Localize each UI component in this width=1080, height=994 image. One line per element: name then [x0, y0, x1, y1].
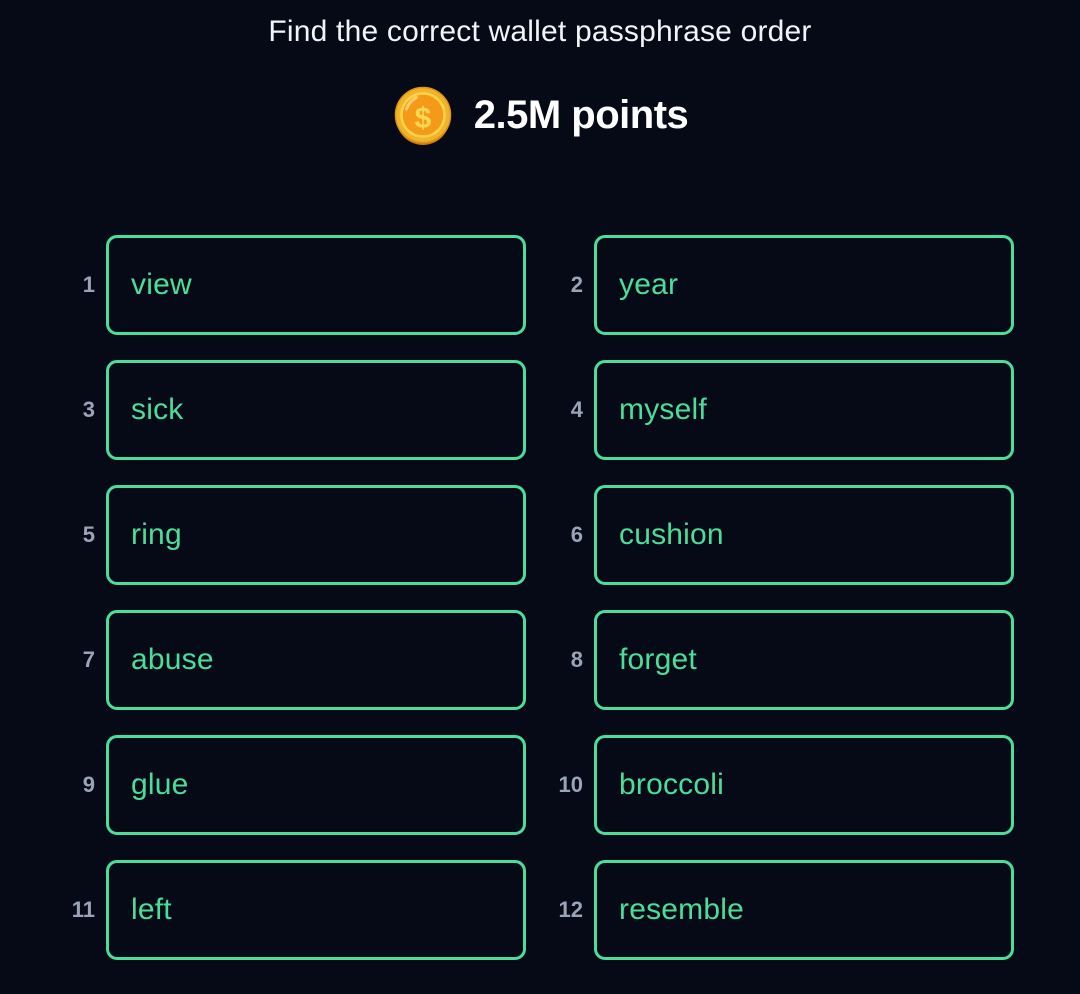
word-index: 10: [558, 772, 583, 797]
page-title: Find the correct wallet passphrase order: [268, 15, 812, 48]
word-row: 1 view: [66, 235, 526, 335]
word-grid: 1 view 2 year 3 sick 4 myself 5 ring 6 c…: [0, 235, 1080, 960]
word-text: broccoli: [619, 768, 724, 801]
word-text: forget: [619, 643, 697, 676]
word-text: sick: [131, 393, 184, 426]
word-text: resemble: [619, 893, 744, 926]
header: Find the correct wallet passphrase order…: [0, 0, 1080, 146]
word-text: cushion: [619, 518, 724, 551]
svg-text:$: $: [414, 102, 431, 135]
word-row: 12 resemble: [554, 860, 1014, 960]
points-row: $ 2.5M points: [0, 84, 1080, 146]
word-row: 11 left: [66, 860, 526, 960]
word-box[interactable]: broccoli: [594, 735, 1014, 835]
word-box[interactable]: forget: [594, 610, 1014, 710]
word-row: 4 myself: [554, 360, 1014, 460]
word-text: year: [619, 268, 679, 301]
word-index: 4: [570, 397, 583, 422]
word-index: 3: [82, 397, 95, 422]
word-row: 3 sick: [66, 360, 526, 460]
word-box[interactable]: ring: [106, 485, 526, 585]
word-index: 2: [570, 272, 583, 297]
word-index: 9: [82, 772, 95, 797]
word-box[interactable]: year: [594, 235, 1014, 335]
word-box[interactable]: myself: [594, 360, 1014, 460]
word-box[interactable]: left: [106, 860, 526, 960]
word-row: 9 glue: [66, 735, 526, 835]
word-box[interactable]: resemble: [594, 860, 1014, 960]
word-text: view: [131, 268, 192, 301]
word-text: left: [131, 893, 172, 926]
word-index: 12: [558, 897, 583, 922]
word-row: 2 year: [554, 235, 1014, 335]
word-row: 7 abuse: [66, 610, 526, 710]
word-index: 8: [570, 647, 583, 672]
word-index: 1: [82, 272, 95, 297]
word-text: glue: [131, 768, 189, 801]
word-box[interactable]: cushion: [594, 485, 1014, 585]
word-row: 10 broccoli: [554, 735, 1014, 835]
gold-coin-dollar-icon: $: [392, 84, 454, 146]
points-label: 2.5M points: [473, 93, 689, 137]
word-row: 8 forget: [554, 610, 1014, 710]
word-index: 7: [82, 647, 95, 672]
word-row: 6 cushion: [554, 485, 1014, 585]
word-index: 5: [82, 522, 95, 547]
word-box[interactable]: abuse: [106, 610, 526, 710]
word-box[interactable]: view: [106, 235, 526, 335]
word-index: 6: [570, 522, 583, 547]
word-box[interactable]: glue: [106, 735, 526, 835]
word-box[interactable]: sick: [106, 360, 526, 460]
word-row: 5 ring: [66, 485, 526, 585]
passphrase-order-screen: Find the correct wallet passphrase order…: [0, 0, 1080, 994]
word-index: 11: [71, 897, 95, 922]
word-text: ring: [131, 518, 182, 551]
word-text: abuse: [131, 643, 214, 676]
word-text: myself: [619, 393, 707, 426]
